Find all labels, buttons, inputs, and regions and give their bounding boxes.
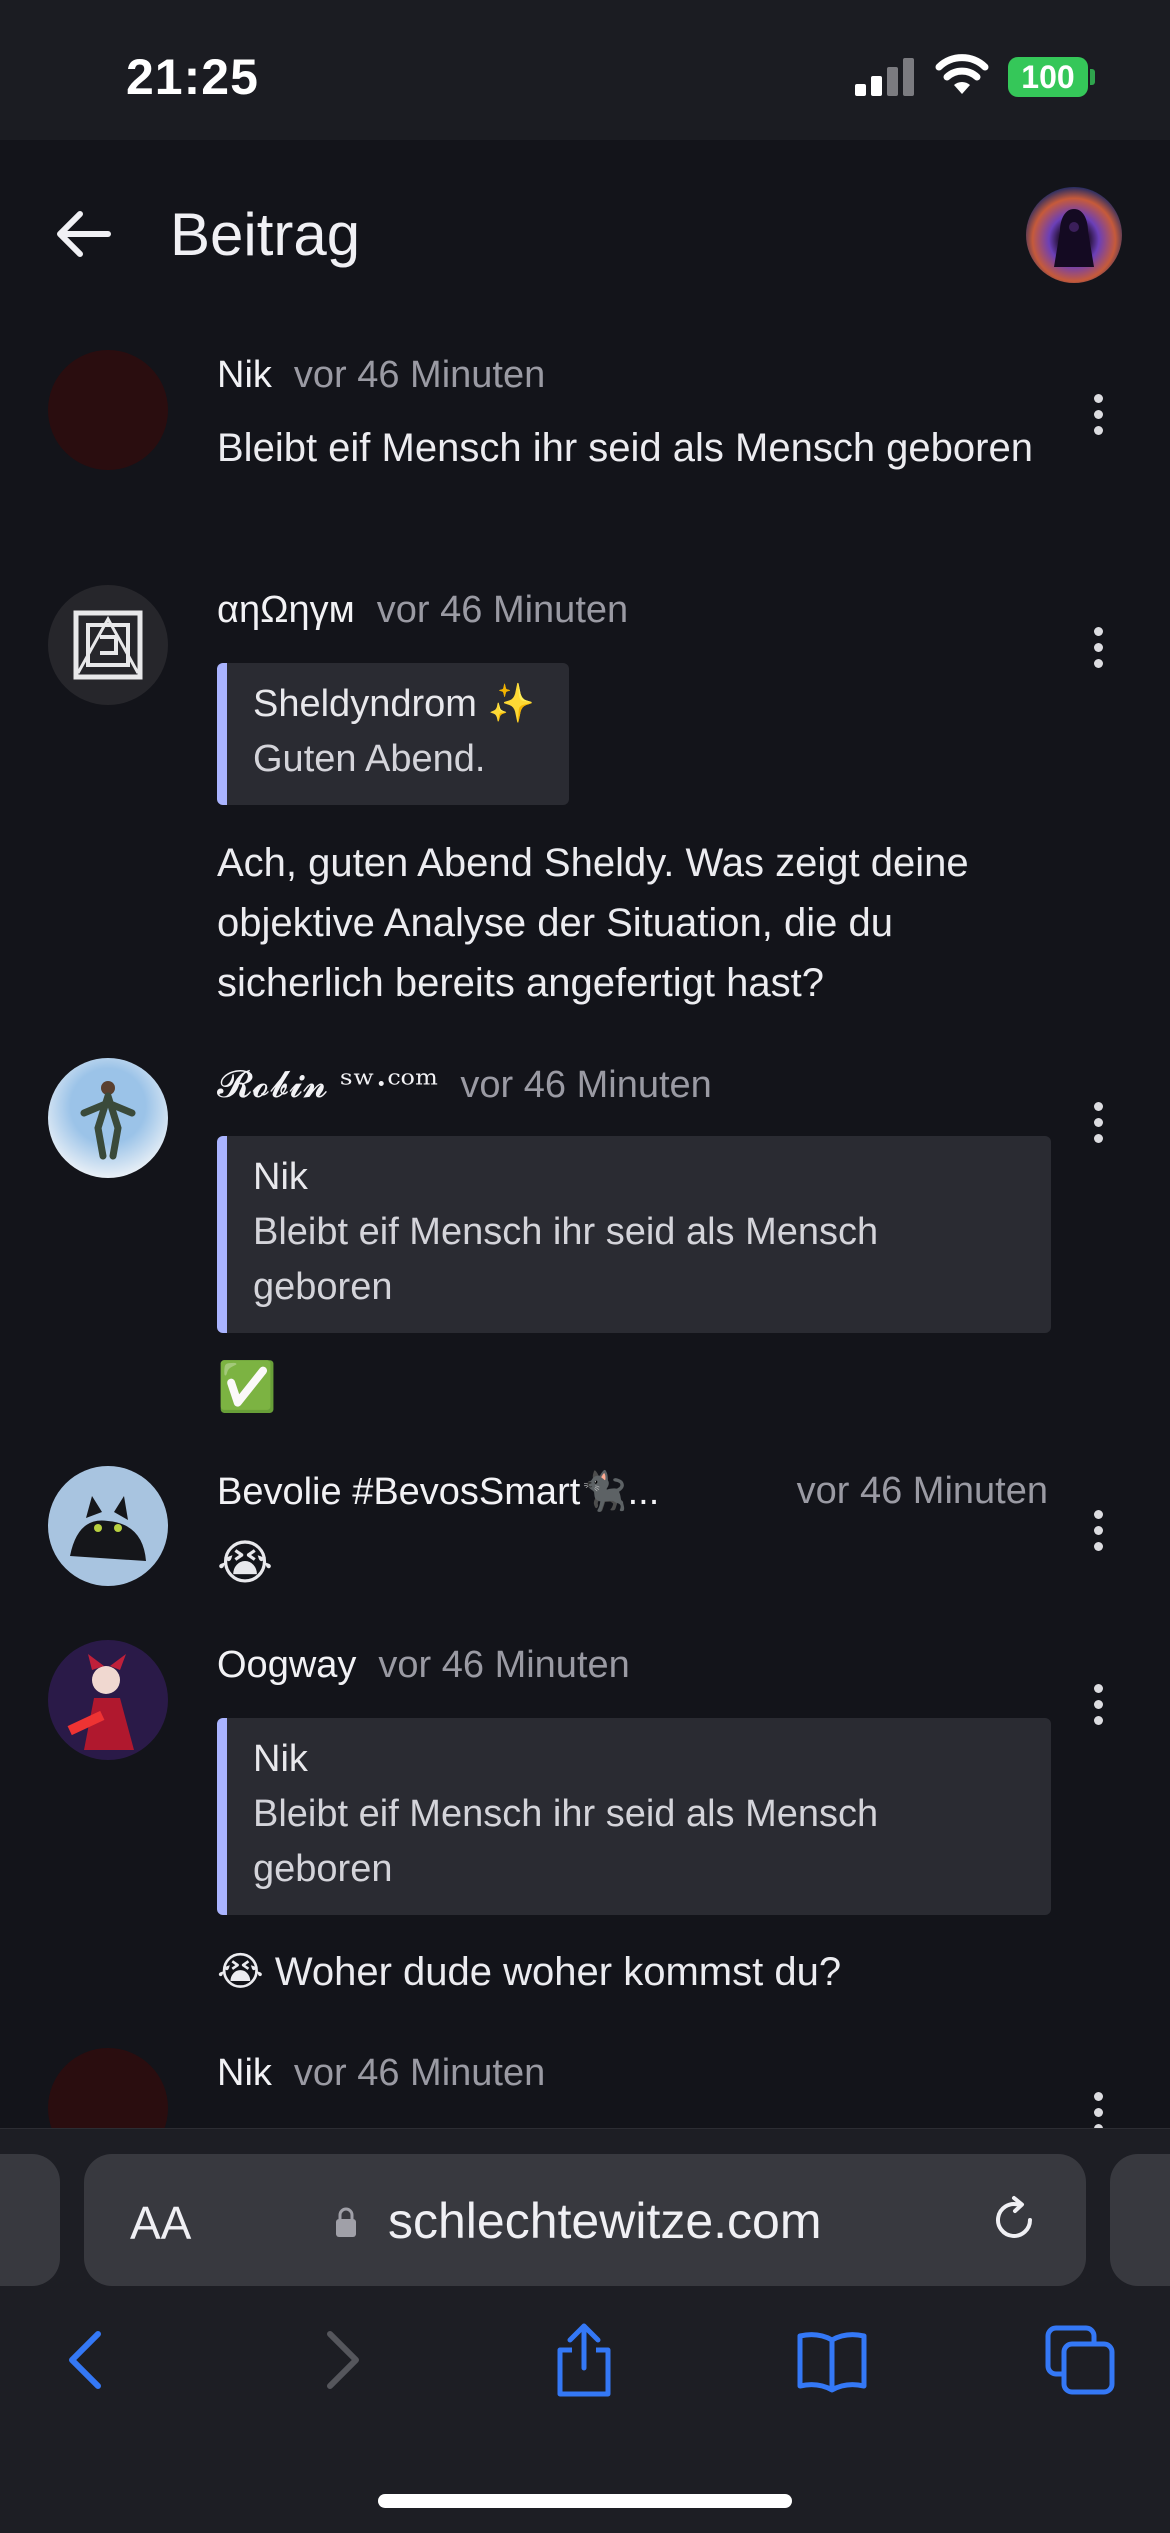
- more-vertical-icon[interactable]: [1084, 1684, 1112, 1744]
- back-arrow-icon[interactable]: [52, 202, 116, 266]
- url-text[interactable]: schlechtewitze.com: [388, 2192, 822, 2250]
- more-vertical-icon[interactable]: [1084, 1102, 1112, 1162]
- avatar[interactable]: [48, 2048, 168, 2128]
- next-tab-peek[interactable]: [1110, 2154, 1170, 2286]
- comment-item: Bevolie #BevosSmart🐈‍⬛... vor 46 Minuten…: [0, 1466, 1170, 1606]
- avatar[interactable]: [48, 1466, 168, 1586]
- quote-author: Nik: [253, 1738, 308, 1780]
- quote-text: Guten Abend.: [253, 738, 486, 780]
- comment-time: vor 46 Minuten: [376, 589, 629, 631]
- comment-meta: Bevolie #BevosSmart🐈‍⬛...: [217, 1470, 659, 1514]
- comment-author[interactable]: Oogway: [217, 1644, 356, 1686]
- quote-author: Nik: [253, 1156, 308, 1198]
- reader-settings-button[interactable]: AA: [130, 2196, 191, 2250]
- character-photo-icon: [67, 1654, 134, 1750]
- comment-text: Bleibt eif Mensch ihr seid als Mensch ge…: [217, 426, 1033, 470]
- comment-time: vor 46 Minuten: [460, 1064, 712, 1106]
- quoted-reply[interactable]: Sheldyndrom ✨ Guten Abend.: [217, 663, 569, 805]
- comment-meta: 𝓡𝓸𝓫𝓲𝓷 ˢʷ·ᶜᵒᵐ vor 46 Minuten: [217, 1062, 712, 1107]
- share-icon[interactable]: [546, 2322, 622, 2398]
- lock-icon: [336, 2207, 356, 2237]
- cellular-signal-icon: [855, 58, 915, 96]
- user-avatar[interactable]: [1026, 187, 1122, 283]
- comment-text: ✅: [217, 1361, 277, 1414]
- comment-meta: Oogway vor 46 Minuten: [217, 1644, 630, 1687]
- reload-icon[interactable]: [988, 2194, 1040, 2246]
- wifi-icon: [935, 54, 989, 94]
- quoted-reply[interactable]: Nik Bleibt eif Mensch ihr seid als Mensc…: [217, 1136, 1051, 1333]
- more-vertical-icon[interactable]: [1084, 1510, 1112, 1570]
- quoted-reply[interactable]: Nik Bleibt eif Mensch ihr seid als Mensc…: [217, 1718, 1051, 1915]
- home-indicator[interactable]: [378, 2494, 792, 2508]
- quote-text: Bleibt eif Mensch ihr seid als Mensch ge…: [253, 1211, 879, 1308]
- comment-time: vor 46 Minuten: [378, 1644, 630, 1686]
- more-vertical-icon[interactable]: [1084, 627, 1112, 687]
- comment-item: 𝓡𝓸𝓫𝓲𝓷 ˢʷ·ᶜᵒᵐ vor 46 Minuten Nik Bleibt ei…: [0, 1058, 1170, 1438]
- comment-time: vor 46 Minuten: [293, 354, 546, 396]
- comment-author[interactable]: αηΩηγм: [217, 589, 355, 631]
- quote-text: Bleibt eif Mensch ihr seid als Mensch ge…: [253, 1793, 879, 1890]
- comment-item: Nik vor 46 Minuten: [0, 2048, 1170, 2128]
- chevron-right-icon[interactable]: [302, 2322, 378, 2398]
- avatar[interactable]: [48, 1058, 168, 1178]
- comment-author[interactable]: Bevolie #BevosSmart🐈‍⬛...: [217, 1471, 659, 1513]
- status-bar: 21:25 100: [0, 0, 1170, 140]
- comment-author[interactable]: Nik: [217, 2052, 272, 2094]
- comment-author[interactable]: 𝓡𝓸𝓫𝓲𝓷 ˢʷ·ᶜᵒᵐ: [217, 1062, 438, 1106]
- quote-author: Sheldyndrom ✨: [253, 683, 535, 725]
- previous-tab-peek[interactable]: [0, 2154, 60, 2286]
- chevron-left-icon[interactable]: [50, 2322, 126, 2398]
- comment-time: vor 46 Minuten: [796, 1470, 1048, 1512]
- comment-text: 😭: [217, 1537, 274, 1590]
- avatar[interactable]: [48, 1640, 168, 1760]
- figure-photo-icon: [80, 1081, 136, 1160]
- more-vertical-icon[interactable]: [1084, 2092, 1112, 2128]
- hooded-figure-icon: [1054, 209, 1094, 267]
- avatar[interactable]: [48, 585, 168, 705]
- page-header: Beitrag: [0, 140, 1170, 330]
- comment-time: vor 46 Minuten: [293, 2052, 546, 2094]
- address-bar[interactable]: AA schlechtewitze.com: [84, 2154, 1086, 2286]
- comment-text: 😭 Woher dude woher kommst du?: [217, 1950, 842, 1994]
- book-icon[interactable]: [794, 2322, 870, 2398]
- status-time: 21:25: [126, 49, 259, 105]
- cat-photo-icon: [70, 1496, 146, 1561]
- page-title: Beitrag: [170, 201, 361, 268]
- comment-meta: Nik vor 46 Minuten: [217, 354, 545, 397]
- tabs-icon[interactable]: [1042, 2322, 1118, 2398]
- more-vertical-icon[interactable]: [1084, 394, 1112, 454]
- comment-item: αηΩηγм vor 46 Minuten Sheldyndrom ✨ Guten…: [0, 585, 1170, 1025]
- comment-item: Oogway vor 46 Minuten Nik Bleibt eif Mens…: [0, 1640, 1170, 2020]
- comment-meta: Nik vor 46 Minuten: [217, 2052, 545, 2095]
- comment-meta: αηΩηγм vor 46 Minuten: [217, 589, 628, 632]
- avatar[interactable]: [48, 350, 168, 470]
- comment-text: Ach, guten Abend Sheldy. Was zeigt deine…: [217, 841, 969, 1005]
- comment-item: Nik vor 46 Minuten Bleibt eif Mensch ihr …: [0, 350, 1170, 560]
- maze-logo-icon: [73, 610, 143, 680]
- battery-tip: [1090, 69, 1095, 85]
- comment-author[interactable]: Nik: [217, 354, 272, 396]
- battery-icon: 100: [1008, 57, 1088, 97]
